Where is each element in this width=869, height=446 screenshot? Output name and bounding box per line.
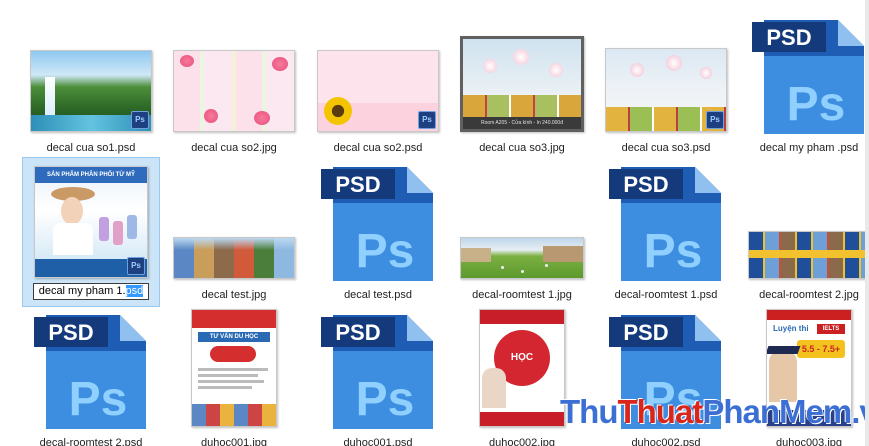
file-name-label: duhoc002.psd [631,437,701,446]
file-name-label: duhoc001.jpg [200,437,268,446]
photoshop-badge-icon: Ps [131,111,149,129]
svg-text:PSD: PSD [335,172,380,197]
psd-file-icon: PSD Ps [321,315,433,429]
sunflower-decal-thumbnail: Ps [317,50,439,132]
file-decal-roomtest-1-jpg[interactable]: decal-roomtest 1.jpg [453,157,591,307]
file-name-label: decal cua so2.psd [333,142,423,154]
psd-file-icon: PSD Ps [752,20,864,134]
file-name-label: decal cua so3.psd [621,142,711,154]
flyer-score: 5.5 - 7.5+ [797,340,845,358]
study-abroad-flyer-thumbnail: TƯ VẤN DU HỌC [191,309,277,427]
campus-lawn-thumbnail [460,237,584,279]
photoshop-badge-icon: Ps [127,257,145,275]
world-cities-thumbnail [748,231,869,279]
file-duhoc001-jpg[interactable]: TƯ VẤN DU HỌC duhoc001.jpg [165,305,303,446]
flyer-brand: Luyện thi [773,324,809,333]
site-watermark: ThuThuatPhanMem.vn [560,393,869,430]
floral-decal-thumbnail [173,50,295,132]
cosmetics-poster-thumbnail: SẢN PHẨM PHÂN PHỐI TỪ MỸ Ps [34,166,148,278]
flyer-headline: TƯ VẤN DU HỌC [198,332,270,342]
svg-text:PSD: PSD [48,320,93,345]
waterfall-thumbnail: Ps [30,50,152,132]
thumbnail-caption: Room A205 - Cửa kính - In 240.000đ [463,117,581,129]
file-decal-roomtest-2-psd[interactable]: PSD Ps decal-roomtest 2.psd [22,305,160,446]
file-decal-cua-so3-psd[interactable]: Ps decal cua so3.psd [597,10,735,160]
svg-text:Ps: Ps [356,373,415,426]
file-name-label: decal my pham .psd [759,142,859,154]
file-name-label: decal cua so1.psd [46,142,136,154]
svg-text:PSD: PSD [623,320,668,345]
svg-text:PSD: PSD [766,25,811,50]
svg-text:PSD: PSD [623,172,668,197]
file-decal-cua-so3-jpg[interactable]: Room A205 - Cửa kính - In 240.000đ decal… [453,10,591,160]
file-decal-roomtest-1-psd[interactable]: PSD Ps decal-roomtest 1.psd [597,157,735,307]
svg-text:Ps: Ps [69,373,128,426]
study-flyer-thumbnail: HỌC [479,309,565,427]
file-decal-roomtest-2-jpg[interactable]: decal-roomtest 2.jpg [740,157,869,307]
svg-text:Ps: Ps [356,225,415,278]
file-name-label: duhoc001.psd [343,437,413,446]
file-decal-my-pham-1-psd-selected[interactable]: SẢN PHẨM PHÂN PHỐI TỪ MỸ Ps decal my pha… [22,157,160,307]
file-decal-test-psd[interactable]: PSD Ps decal test.psd [309,157,447,307]
file-name-label: duhoc003.jpg [775,437,843,446]
file-name-label: decal test.psd [344,289,412,301]
landmarks-panorama-thumbnail [173,237,295,279]
file-duhoc001-psd[interactable]: PSD Ps duhoc001.psd [309,305,447,446]
file-decal-my-pham-psd[interactable]: PSD Ps decal my pham .psd [740,10,869,160]
file-name-label: decal-roomtest 2.jpg [759,289,859,301]
svg-text:Ps: Ps [787,78,846,131]
blossom-decal-thumbnail: Room A205 - Cửa kính - In 240.000đ [460,36,584,132]
file-name-label: decal-roomtest 2.psd [39,437,143,446]
file-decal-cua-so2-psd[interactable]: Ps decal cua so2.psd [309,10,447,160]
file-name-label: decal-roomtest 1.jpg [472,289,572,301]
window-edge [865,0,869,446]
svg-text:Ps: Ps [644,225,703,278]
file-name-label: duhoc002.jpg [488,437,556,446]
file-name-label: decal cua so3.jpg [479,142,565,154]
psd-file-icon: PSD Ps [609,167,721,281]
file-decal-test-jpg[interactable]: decal test.jpg [165,157,303,307]
psd-file-icon: PSD Ps [321,167,433,281]
file-decal-cua-so2-jpg[interactable]: decal cua so2.jpg [165,10,303,160]
svg-text:PSD: PSD [335,320,380,345]
photoshop-badge-icon: Ps [706,111,724,129]
photoshop-badge-icon: Ps [418,111,436,129]
rename-selection: psd [125,285,144,297]
blossom-decal-thumbnail: Ps [605,48,727,132]
file-name-label: decal test.jpg [201,289,267,301]
file-name-label: decal cua so2.jpg [191,142,277,154]
poster-title: SẢN PHẨM PHÂN PHỐI TỪ MỸ [35,167,147,183]
file-name-label: decal-roomtest 1.psd [614,289,718,301]
flyer-headline: IELTS [817,324,845,334]
psd-file-icon: PSD Ps [34,315,146,429]
file-decal-cua-so1-psd[interactable]: Ps decal cua so1.psd [22,10,160,160]
file-explorer-view: Ps decal cua so1.psd decal cua so2.jpg P… [0,0,869,446]
rename-input[interactable]: decal my pham 1.psd [33,283,149,300]
